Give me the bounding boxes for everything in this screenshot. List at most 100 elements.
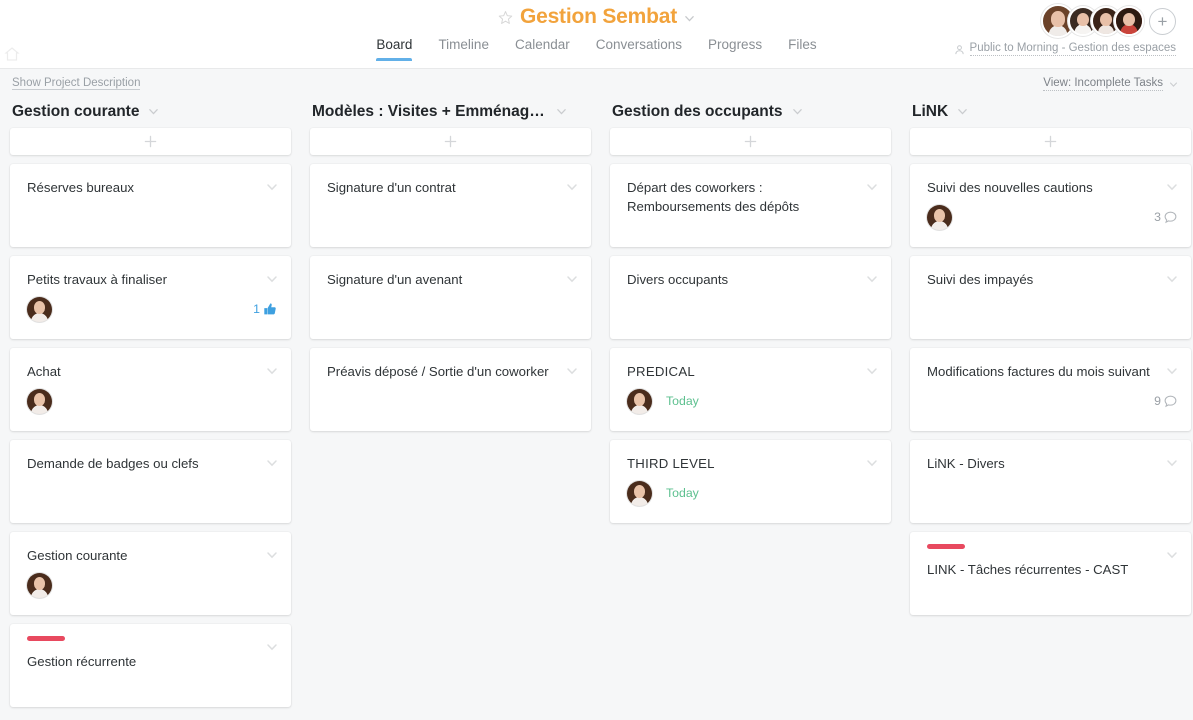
chevron-down-icon[interactable]	[1166, 549, 1178, 561]
assignee-avatar[interactable]	[627, 480, 652, 506]
card-title: Suivi des impayés	[927, 272, 1034, 287]
chevron-down-icon[interactable]	[566, 181, 578, 193]
card-title: LiNK - Divers	[927, 456, 1005, 471]
chevron-down-icon	[149, 109, 159, 115]
board-card[interactable]: Achat	[10, 348, 291, 431]
view-filter-dropdown[interactable]: View: Incomplete Tasks	[1043, 77, 1179, 91]
chevron-down-icon[interactable]	[1166, 273, 1178, 285]
assignee-avatar[interactable]	[27, 296, 52, 322]
board-column: Gestion des occupants Départ des coworker…	[610, 95, 891, 720]
board-card[interactable]: Suivi des nouvelles cautions 3	[910, 164, 1191, 247]
column-header[interactable]: Gestion courante	[10, 95, 291, 128]
column-header[interactable]: LiNK	[910, 95, 1191, 128]
column-cards: Signature d'un contrat Signature d'un ave…	[310, 128, 591, 431]
card-title: Petits travaux à finaliser	[27, 272, 167, 287]
board-card[interactable]: Préavis déposé / Sortie d'un coworker	[310, 348, 591, 431]
tab-files[interactable]: Files	[788, 37, 817, 61]
comment-count[interactable]: 9	[1154, 394, 1177, 408]
add-card-button[interactable]	[910, 128, 1191, 155]
card-tag	[27, 636, 65, 641]
chevron-down-icon[interactable]	[266, 549, 278, 561]
card-title: Suivi des nouvelles cautions	[927, 180, 1093, 195]
board-card[interactable]: Demande de badges ou clefs	[10, 440, 291, 523]
chevron-down-icon[interactable]	[266, 181, 278, 193]
comment-bubble-icon	[1164, 211, 1177, 223]
board-card[interactable]: Divers occupants	[610, 256, 891, 339]
comment-count[interactable]: 3	[1154, 210, 1177, 224]
board-card[interactable]: Gestion récurrente	[10, 624, 291, 707]
view-filter-label: View: Incomplete Tasks	[1043, 77, 1163, 91]
board-card[interactable]: Modifications factures du mois suivant 9	[910, 348, 1191, 431]
chevron-down-icon[interactable]	[866, 273, 878, 285]
plus-icon	[1044, 135, 1057, 148]
chevron-down-icon[interactable]	[1166, 181, 1178, 193]
card-title: Gestion courante	[27, 548, 128, 563]
board-column: LiNK Suivi des nouvelles cautions 3 Suivi d…	[910, 95, 1191, 720]
chevron-down-icon[interactable]	[866, 365, 878, 377]
column-title: Gestion des occupants	[612, 102, 783, 120]
avatar[interactable]	[1114, 6, 1144, 36]
add-card-button[interactable]	[10, 128, 291, 155]
board-card[interactable]: PREDICAL Today	[610, 348, 891, 431]
tab-timeline[interactable]: Timeline	[438, 37, 489, 61]
board-card[interactable]: LiNK - Divers	[910, 440, 1191, 523]
chevron-down-icon[interactable]	[1166, 365, 1178, 377]
privacy-label[interactable]: Public to Morning - Gestion des espaces	[969, 42, 1176, 56]
card-title: Départ des coworkers : Remboursements de…	[627, 180, 800, 215]
card-title: Signature d'un avenant	[327, 272, 463, 287]
board-card[interactable]: Réserves bureaux	[10, 164, 291, 247]
card-meta: Today	[627, 480, 877, 506]
assignee-avatar[interactable]	[927, 204, 952, 230]
card-title: Divers occupants	[627, 272, 729, 287]
show-project-description-link[interactable]: Show Project Description	[12, 77, 141, 90]
chevron-down-icon[interactable]	[1166, 457, 1178, 469]
add-card-button[interactable]	[310, 128, 591, 155]
column-cards: Départ des coworkers : Remboursements de…	[610, 128, 891, 523]
column-title: Modèles : Visites + Emménage…	[312, 102, 547, 120]
project-title-area[interactable]: Gestion Sembat	[0, 5, 1193, 29]
chevron-down-icon[interactable]	[866, 457, 878, 469]
plus-icon	[444, 135, 457, 148]
assignee-avatar[interactable]	[27, 572, 52, 598]
column-title: Gestion courante	[12, 102, 140, 120]
chevron-down-icon[interactable]	[866, 181, 878, 193]
chevron-down-icon[interactable]	[266, 365, 278, 377]
app-header: Gestion Sembat Board Timeline Calendar C…	[0, 0, 1193, 69]
board-card[interactable]: THIRD LEVEL Today	[610, 440, 891, 523]
board-card[interactable]: Signature d'un contrat	[310, 164, 591, 247]
chevron-down-icon	[792, 109, 802, 115]
tab-calendar[interactable]: Calendar	[515, 37, 570, 61]
chevron-down-icon[interactable]	[566, 365, 578, 377]
page-title: Gestion Sembat	[519, 5, 678, 28]
plus-icon	[744, 135, 757, 148]
tab-conversations[interactable]: Conversations	[596, 37, 682, 61]
assignee-avatar[interactable]	[627, 388, 652, 414]
card-title: Réserves bureaux	[27, 180, 135, 195]
board-card[interactable]: Gestion courante	[10, 532, 291, 615]
card-title: Signature d'un contrat	[327, 180, 456, 195]
board-card[interactable]: LINK - Tâches récurrentes - CAST	[910, 532, 1191, 615]
column-header[interactable]: Modèles : Visites + Emménage…	[310, 95, 591, 128]
column-header[interactable]: Gestion des occupants	[610, 95, 891, 128]
like-count[interactable]: 1	[253, 302, 277, 316]
add-member-button[interactable]: +	[1149, 7, 1176, 35]
assignee-avatar[interactable]	[27, 388, 52, 414]
chevron-down-icon[interactable]	[266, 641, 278, 653]
due-date: Today	[666, 394, 699, 409]
add-card-button[interactable]	[610, 128, 891, 155]
chevron-down-icon[interactable]	[266, 457, 278, 469]
card-title: Demande de badges ou clefs	[27, 456, 199, 471]
tab-board[interactable]: Board	[376, 37, 413, 61]
plus-icon	[144, 135, 157, 148]
project-privacy[interactable]: Public to Morning - Gestion des espaces	[954, 42, 1176, 56]
board-card[interactable]: Signature d'un avenant	[310, 256, 591, 339]
chevron-down-icon[interactable]	[566, 273, 578, 285]
chevron-down-icon[interactable]	[684, 13, 695, 24]
chevron-down-icon[interactable]	[266, 273, 278, 285]
card-title: Gestion récurrente	[27, 654, 137, 669]
board-card[interactable]: Suivi des impayés	[910, 256, 1191, 339]
board-card[interactable]: Départ des coworkers : Remboursements de…	[610, 164, 891, 247]
tab-progress[interactable]: Progress	[708, 37, 762, 61]
star-icon[interactable]	[498, 10, 513, 25]
board-card[interactable]: Petits travaux à finaliser 1	[10, 256, 291, 339]
